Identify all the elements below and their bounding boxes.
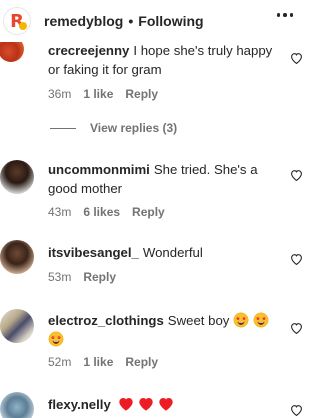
comment-likes[interactable]: 1 like: [83, 355, 113, 369]
comment-username[interactable]: crecreejenny: [48, 43, 129, 58]
star-struck-emoji-icon: [233, 312, 249, 328]
comment-meta: 53m Reply: [48, 270, 116, 284]
comment-username[interactable]: electroz_clothings: [48, 313, 164, 328]
comment-meta: 36m 1 like Reply: [48, 87, 158, 101]
comment-time: 52m: [48, 355, 72, 369]
comment-body: Wonderful: [142, 245, 203, 260]
comment-text: itsvibesangel_ Wonderful: [48, 243, 273, 262]
comment-username[interactable]: uncommonmimi: [48, 162, 150, 177]
comment-text: electroz_clothings Sweet boy: [48, 311, 273, 349]
replies-divider: [50, 127, 76, 129]
comment-time: 53m: [48, 270, 72, 284]
comment-text: flexy.nelly: [48, 395, 273, 414]
comment-body: Sweet boy: [167, 313, 230, 328]
commenter-avatar[interactable]: [0, 160, 34, 194]
like-heart-icon[interactable]: [290, 169, 303, 181]
reply-button[interactable]: Reply: [132, 205, 165, 219]
like-heart-icon[interactable]: [290, 322, 303, 334]
comment-time: 43m: [48, 205, 72, 219]
star-struck-emoji-icon: [253, 312, 269, 328]
comment-username[interactable]: flexy.nelly: [48, 397, 111, 412]
reply-button[interactable]: Reply: [83, 270, 116, 284]
logo-dot: [19, 22, 27, 30]
view-replies-label: View replies (3): [90, 121, 178, 135]
comment-meta: 52m 1 like Reply: [48, 355, 158, 369]
more-options-icon[interactable]: [276, 13, 293, 17]
reply-button[interactable]: Reply: [125, 87, 158, 101]
comment-meta: 43m 6 likes Reply: [48, 205, 165, 219]
comment-username[interactable]: itsvibesangel_: [48, 245, 139, 260]
star-struck-emoji-icon: [48, 331, 64, 347]
red-heart-emoji-icon: [119, 398, 134, 411]
post-header: R remedyblog • Following: [0, 0, 321, 42]
like-heart-icon[interactable]: [290, 404, 303, 416]
commenter-avatar[interactable]: [0, 392, 34, 418]
header-username[interactable]: remedyblog: [44, 13, 123, 29]
red-heart-emoji-icon: [139, 398, 153, 411]
commenter-avatar[interactable]: [0, 240, 34, 274]
comment-time: 36m: [48, 87, 72, 101]
commenter-avatar[interactable]: [0, 309, 34, 343]
view-replies-button[interactable]: View replies (3): [50, 121, 177, 135]
reply-button[interactable]: Reply: [125, 355, 158, 369]
profile-avatar[interactable]: R: [3, 7, 31, 35]
comment-likes[interactable]: 1 like: [83, 87, 113, 101]
comment-text: crecreejenny I hope she's truly happy or …: [48, 41, 273, 79]
following-button[interactable]: Following: [138, 13, 203, 29]
like-heart-icon[interactable]: [290, 52, 303, 64]
red-heart-emoji-icon: [159, 398, 173, 411]
header-separator: •: [128, 13, 134, 29]
comment-likes[interactable]: 6 likes: [83, 205, 120, 219]
comment-text: uncommonmimi She tried. She's a good moth…: [48, 160, 273, 198]
like-heart-icon[interactable]: [290, 253, 303, 265]
